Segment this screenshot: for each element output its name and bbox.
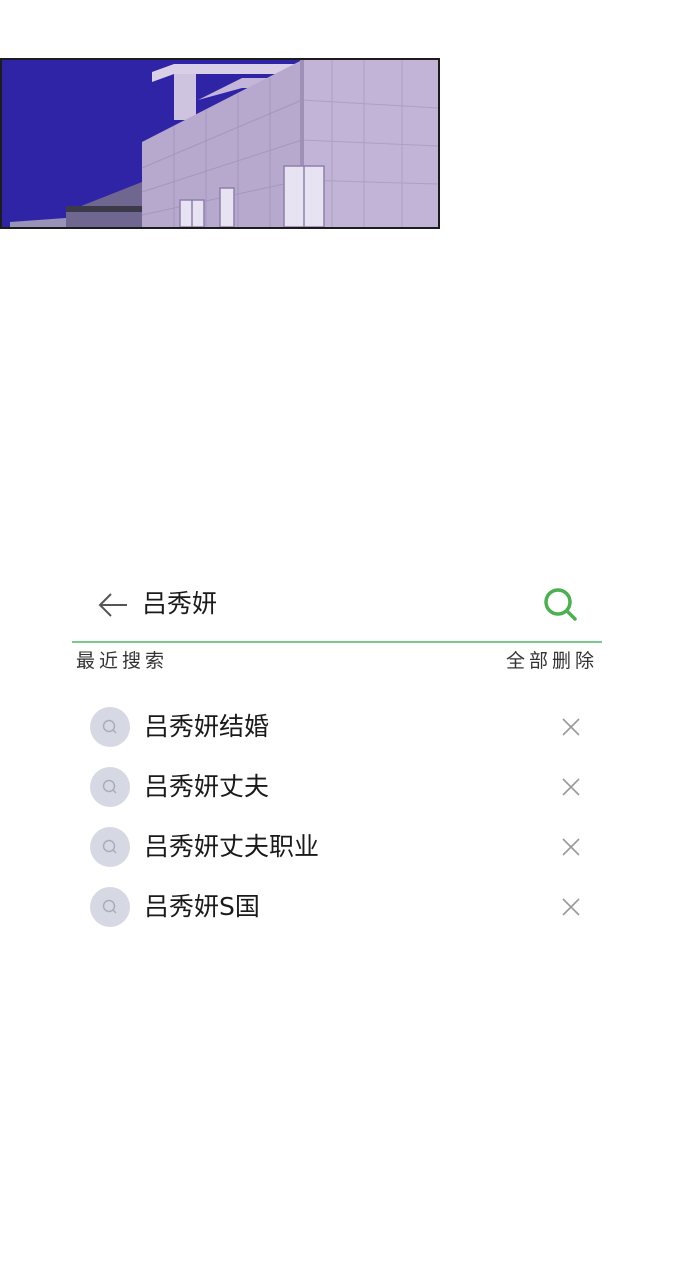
back-arrow-icon bbox=[98, 593, 127, 617]
history-search-icon bbox=[90, 827, 130, 867]
close-icon[interactable] bbox=[560, 836, 582, 858]
close-icon[interactable] bbox=[560, 776, 582, 798]
history-search-icon bbox=[90, 767, 130, 807]
search-icon bbox=[544, 588, 577, 621]
history-search-icon bbox=[90, 887, 130, 927]
list-item[interactable]: 吕秀妍丈夫 bbox=[88, 757, 598, 817]
comic-panel bbox=[0, 58, 440, 229]
clear-all-button[interactable]: 全部删除 bbox=[506, 648, 598, 674]
list-item-label: 吕秀妍结婚 bbox=[144, 712, 270, 741]
list-item[interactable]: 吕秀妍S国 bbox=[88, 877, 598, 937]
building-illustration bbox=[2, 60, 438, 227]
recent-searches-title: 最近搜索 bbox=[76, 650, 169, 672]
close-icon[interactable] bbox=[560, 896, 582, 918]
list-item-label: 吕秀妍丈夫职业 bbox=[144, 832, 320, 861]
search-button[interactable] bbox=[540, 584, 580, 624]
list-item-label: 吕秀妍S国 bbox=[144, 892, 260, 921]
list-item-label: 吕秀妍丈夫 bbox=[144, 772, 270, 801]
list-item[interactable]: 吕秀妍丈夫职业 bbox=[88, 817, 598, 877]
back-button[interactable] bbox=[96, 588, 130, 622]
search-input[interactable]: 吕秀妍 bbox=[142, 586, 217, 622]
history-search-icon bbox=[90, 707, 130, 747]
search-underline bbox=[72, 641, 602, 643]
list-item[interactable]: 吕秀妍结婚 bbox=[88, 697, 598, 757]
recent-search-list: 吕秀妍结婚 吕秀妍丈夫 吕秀妍丈夫职业 吕秀妍S国 bbox=[88, 697, 598, 937]
close-icon[interactable] bbox=[560, 716, 582, 738]
search-bar: 吕秀妍 bbox=[72, 578, 602, 642]
